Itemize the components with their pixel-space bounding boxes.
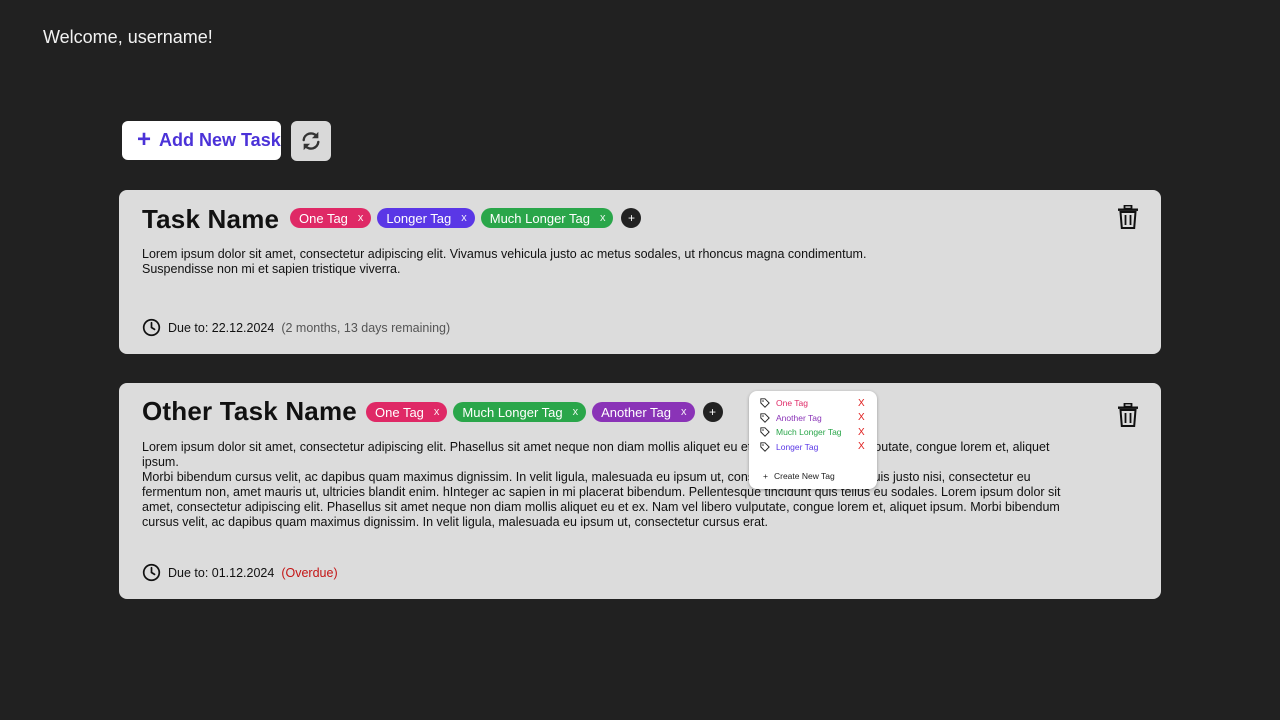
- task-title: Other Task Name: [142, 396, 357, 426]
- due-date-label: Due to: 22.12.2024: [168, 320, 275, 335]
- add-tag-button[interactable]: +: [702, 402, 723, 422]
- tag-chip[interactable]: Much Longer Tag x: [453, 402, 587, 422]
- tag-option[interactable]: Much Longer Tag X: [749, 425, 877, 440]
- tag-option[interactable]: Longer Tag X: [749, 440, 877, 455]
- description-paragraph: Suspendisse non mi et sapien tristique v…: [142, 262, 401, 276]
- add-new-task-label: Add New Task: [159, 130, 281, 150]
- tag-icon: [760, 413, 770, 423]
- delete-task-button[interactable]: [1117, 402, 1139, 427]
- tag-option-label: Another Tag: [776, 412, 822, 423]
- refresh-icon: [302, 131, 320, 151]
- trash-icon: [1118, 204, 1138, 229]
- tag-option[interactable]: Another Tag X: [749, 411, 877, 426]
- delete-task-button[interactable]: [1117, 204, 1139, 229]
- description-paragraph: Lorem ipsum dolor sit amet, consectetur …: [142, 247, 867, 261]
- tag-list: One Tag x Much Longer Tag x Another Tag …: [366, 402, 723, 422]
- due-date-label: Due to: 01.12.2024: [168, 565, 275, 580]
- tag-label: Longer Tag: [386, 210, 452, 226]
- create-new-tag-button[interactable]: + Create New Tag: [763, 471, 835, 481]
- due-status: (Overdue): [281, 565, 338, 580]
- tag-option-label: Much Longer Tag: [776, 427, 842, 438]
- remove-tag-button[interactable]: x: [681, 406, 687, 418]
- tag-chip[interactable]: Much Longer Tag x: [480, 208, 614, 228]
- tag-label: Another Tag: [601, 404, 672, 420]
- remove-tag-button[interactable]: x: [434, 406, 440, 418]
- tag-option-label: Longer Tag: [776, 441, 819, 452]
- tag-icon: [760, 398, 770, 409]
- tag-chip[interactable]: One Tag x: [366, 402, 448, 422]
- tag-icon: [760, 427, 770, 438]
- task-title: Task Name: [142, 204, 280, 234]
- delete-tag-button[interactable]: X: [858, 398, 865, 409]
- tag-option[interactable]: One Tag X: [749, 396, 877, 411]
- tag-label: Much Longer Tag: [462, 404, 563, 420]
- welcome-message: Welcome, username!: [43, 27, 213, 47]
- remove-tag-button[interactable]: x: [573, 406, 579, 418]
- tag-chip[interactable]: Longer Tag x: [377, 208, 475, 228]
- due-date: Due to: 22.12.2024 (2 months, 13 days re…: [142, 318, 450, 337]
- due-status: (2 months, 13 days remaining): [281, 320, 451, 335]
- tag-option-label: One Tag: [776, 398, 808, 409]
- tag-picker-popup: One Tag X Another Tag X Much Longer Tag …: [749, 391, 877, 489]
- delete-tag-button[interactable]: X: [858, 441, 865, 452]
- trash-icon: [1118, 402, 1138, 427]
- plus-icon: +: [763, 471, 768, 481]
- plus-icon: +: [137, 125, 152, 153]
- task-description: Lorem ipsum dolor sit amet, consectetur …: [142, 247, 1087, 277]
- tag-icon: [760, 442, 770, 452]
- refresh-button[interactable]: [291, 121, 331, 161]
- tag-chip[interactable]: One Tag x: [290, 208, 372, 228]
- clock-icon: [142, 563, 161, 582]
- tag-chip[interactable]: Another Tag x: [592, 402, 695, 422]
- remove-tag-button[interactable]: x: [461, 212, 467, 224]
- tag-label: One Tag: [375, 404, 424, 420]
- task-card: Other Task Name One Tag x Much Longer Ta…: [119, 383, 1161, 599]
- tag-label: One Tag: [299, 210, 348, 226]
- tag-list: One Tag x Longer Tag x Much Longer Tag x…: [290, 208, 642, 228]
- due-date: Due to: 01.12.2024 (Overdue): [142, 563, 338, 582]
- task-card: Task Name One Tag x Longer Tag x Much Lo…: [119, 190, 1161, 354]
- description-paragraph: Morbi bibendum cursus velit, ac dapibus …: [142, 470, 1061, 529]
- task-description: Lorem ipsum dolor sit amet, consectetur …: [142, 440, 1087, 530]
- add-new-task-button[interactable]: + Add New Task: [122, 121, 281, 160]
- remove-tag-button[interactable]: x: [600, 212, 606, 224]
- delete-tag-button[interactable]: X: [858, 427, 865, 438]
- description-paragraph: Lorem ipsum dolor sit amet, consectetur …: [142, 440, 1050, 469]
- remove-tag-button[interactable]: x: [358, 212, 364, 224]
- clock-icon: [142, 318, 161, 337]
- delete-tag-button[interactable]: X: [858, 412, 865, 423]
- tag-label: Much Longer Tag: [489, 210, 590, 226]
- add-tag-button[interactable]: +: [621, 208, 642, 228]
- create-new-tag-label: Create New Tag: [773, 471, 835, 481]
